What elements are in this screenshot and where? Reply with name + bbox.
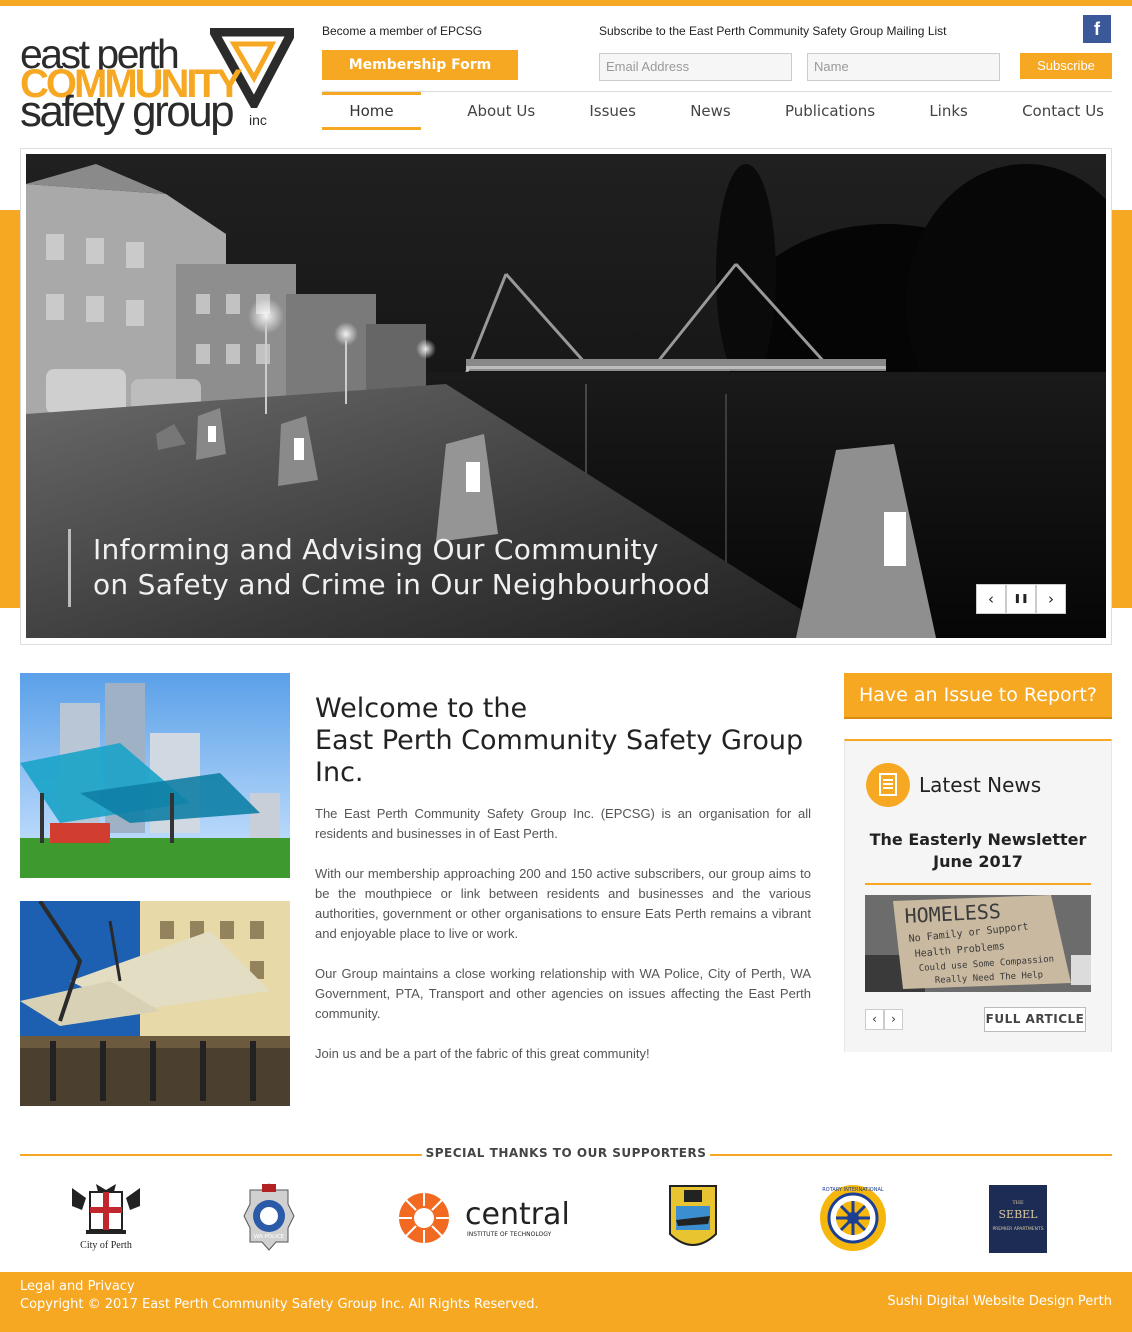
rowing-club-logo[interactable] <box>668 1180 718 1256</box>
logo-line-3: safety group <box>20 87 235 136</box>
hero-caption-line-1: Informing and Advising Our Community <box>93 533 659 566</box>
news-headline[interactable]: The Easterly Newsletter June 2017 <box>865 829 1091 873</box>
membership-form-button[interactable]: Membership Form <box>322 50 518 80</box>
hero-controls: ‹ ❚❚ › <box>976 584 1066 614</box>
nav-item-news[interactable]: News <box>682 92 739 130</box>
pause-icon[interactable]: ❚❚ <box>1006 584 1036 614</box>
city-of-perth-logo[interactable]: City of Perth <box>66 1180 146 1256</box>
nav-item-publications[interactable]: Publications <box>777 92 883 130</box>
welcome-paragraph: Join us and be a part of the fabric of t… <box>315 1046 650 1061</box>
designer-credit-link[interactable]: Sushi Digital Website Design Perth <box>887 1294 1112 1309</box>
latest-news-title: Latest News <box>919 773 1042 797</box>
chevron-left-icon[interactable]: ‹ <box>865 1009 884 1030</box>
chevron-right-icon[interactable]: › <box>1036 584 1066 614</box>
wa-police-text: WA POLICE <box>254 1234 285 1240</box>
homeless-sign-image: HOMELESS No Family or Support Health Pro… <box>865 895 1091 992</box>
welcome-paragraph: With our membership approaching 200 and … <box>315 866 811 941</box>
city-of-perth-text: City of Perth <box>80 1240 132 1251</box>
site-logo[interactable]: east perth COMMUNITY safety group inc <box>20 28 294 138</box>
central-subtitle-text: INSTITUTE OF TECHNOLOGY <box>467 1231 552 1238</box>
legal-privacy-link[interactable]: Legal and Privacy <box>20 1279 135 1294</box>
nav-item-contact-us[interactable]: Contact Us <box>1014 92 1112 130</box>
sebel-name-text: SEBEL <box>999 1208 1039 1221</box>
email-field[interactable]: Email Address <box>599 53 792 81</box>
member-label: Become a member of EPCSG <box>322 24 483 38</box>
welcome-paragraph: Our Group maintains a close working rela… <box>315 966 811 1021</box>
playground-photo <box>20 673 290 878</box>
welcome-heading: Welcome to the East Perth Community Safe… <box>315 693 815 789</box>
news-arrows: ‹ › <box>865 1009 903 1030</box>
name-field[interactable]: Name <box>807 53 1000 81</box>
welcome-body: The East Perth Community Safety Group In… <box>315 804 811 1084</box>
chevron-left-icon[interactable]: ‹ <box>976 584 1006 614</box>
news-divider <box>865 883 1091 885</box>
hero-caption: Informing and Advising Our Community on … <box>93 532 711 602</box>
news-headline-line-1: The Easterly Newsletter <box>869 830 1087 849</box>
supporters-rule-left <box>20 1154 422 1156</box>
news-thumbnail[interactable]: HOMELESS No Family or Support Health Pro… <box>865 895 1091 992</box>
nav-item-links[interactable]: Links <box>921 92 976 130</box>
cafe-image <box>20 901 290 1106</box>
wa-police-logo[interactable]: WA POLICE <box>242 1180 296 1256</box>
sebel-subtitle-text: PREMIER APARTMENTS <box>992 1226 1043 1232</box>
hero-caption-bar <box>68 529 71 607</box>
copyright-text: Copyright © 2017 East Perth Community Sa… <box>20 1297 539 1312</box>
central-institute-logo[interactable]: central INSTITUTE OF TECHNOLOGY <box>398 1180 570 1256</box>
hero-caption-line-2: on Safety and Crime in Our Neighbourhood <box>93 568 711 601</box>
footer: Legal and Privacy Copyright © 2017 East … <box>0 1272 1132 1332</box>
welcome-heading-line-2: East Perth Community Safety Group <box>315 725 804 756</box>
logo-line-4: inc <box>249 112 267 128</box>
cafe-umbrellas-photo <box>20 901 290 1106</box>
news-headline-line-2: June 2017 <box>933 852 1023 871</box>
supporters-title: SPECIAL THANKS TO OUR SUPPORTERS <box>425 1146 707 1160</box>
nav-item-issues[interactable]: Issues <box>581 92 644 130</box>
chevron-right-icon[interactable]: › <box>884 1009 903 1030</box>
subscribe-button[interactable]: Subscribe <box>1020 53 1112 79</box>
report-issue-button[interactable]: Have an Issue to Report? <box>844 673 1112 717</box>
latest-news-panel: Latest News The Easterly Newsletter June… <box>844 739 1112 1052</box>
welcome-paragraph: The East Perth Community Safety Group In… <box>315 806 811 841</box>
welcome-heading-line-3: Inc. <box>315 757 364 788</box>
document-icon <box>866 763 910 807</box>
subscribe-label: Subscribe to the East Perth Community Sa… <box>599 24 947 38</box>
playground-image <box>20 673 290 878</box>
nav-item-about-us[interactable]: About Us <box>459 92 543 130</box>
central-name-text: central <box>465 1197 570 1232</box>
main-nav: Home About Us Issues News Publications L… <box>322 92 1112 130</box>
top-accent-bar <box>0 0 1132 6</box>
sebel-small-text: THE <box>1012 1200 1024 1206</box>
nav-item-home[interactable]: Home <box>322 92 421 130</box>
full-article-button[interactable]: FULL ARTICLE <box>984 1007 1086 1032</box>
hero-slider[interactable]: Informing and Advising Our Community on … <box>26 154 1106 638</box>
sign-text-line-1: HOMELESS <box>904 899 1001 928</box>
rotary-text: ROTARY INTERNATIONAL <box>822 1187 884 1193</box>
rotary-international-logo[interactable]: ROTARY INTERNATIONAL <box>818 1180 888 1256</box>
supporters-rule-right <box>710 1154 1112 1156</box>
welcome-heading-line-1: Welcome to the <box>315 693 528 724</box>
sebel-logo[interactable]: THE SEBEL PREMIER APARTMENTS <box>989 1180 1047 1256</box>
facebook-icon[interactable]: f <box>1083 15 1111 43</box>
